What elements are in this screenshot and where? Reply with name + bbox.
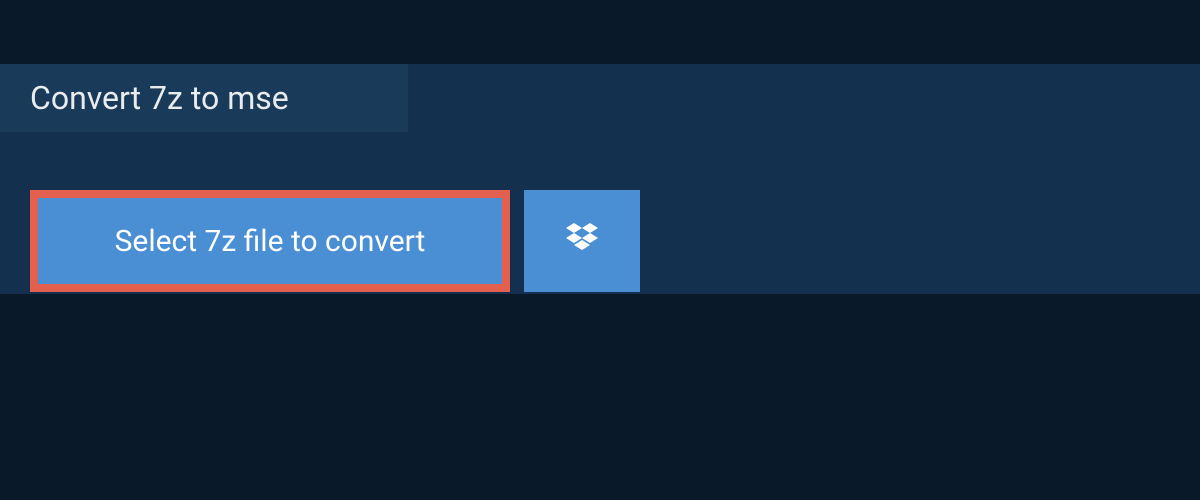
select-file-button[interactable]: Select 7z file to convert: [30, 190, 510, 292]
active-tab[interactable]: Convert 7z to mse: [0, 64, 408, 132]
select-file-label: Select 7z file to convert: [115, 224, 426, 259]
dropbox-icon: [562, 219, 602, 263]
tab-title: Convert 7z to mse: [30, 79, 289, 117]
action-row: Select 7z file to convert: [30, 190, 640, 292]
dropbox-button[interactable]: [524, 190, 640, 292]
